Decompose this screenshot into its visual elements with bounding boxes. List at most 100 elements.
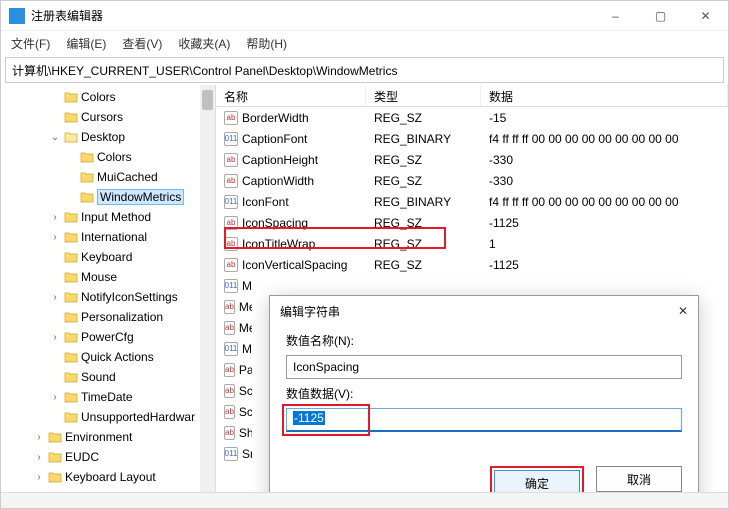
list-row[interactable]: abIconSpacingREG_SZ-1125 xyxy=(216,212,728,233)
tree-item[interactable]: Keyboard xyxy=(1,247,215,267)
tree-item[interactable]: ⌄Desktop xyxy=(1,127,215,147)
chevron-right-icon[interactable]: › xyxy=(49,232,61,243)
col-header-name[interactable]: 名称 xyxy=(216,85,366,106)
chevron-right-icon[interactable]: › xyxy=(49,212,61,223)
menu-view[interactable]: 查看(V) xyxy=(122,35,162,52)
minimize-button[interactable]: – xyxy=(593,1,638,31)
col-header-data[interactable]: 数据 xyxy=(481,85,728,106)
dialog-title-text: 编辑字符串 xyxy=(280,303,340,320)
tree-item[interactable]: Quick Actions xyxy=(1,347,215,367)
tree-item[interactable]: Mouse xyxy=(1,267,215,287)
tree-label: EUDC xyxy=(65,450,99,464)
tree-item[interactable]: › NotifyIconSettings xyxy=(1,287,215,307)
tree-item[interactable]: UnsupportedHardwar xyxy=(1,407,215,427)
chevron-right-icon[interactable]: › xyxy=(49,292,61,303)
tree-item[interactable]: ›Keyboard Layout xyxy=(1,467,215,487)
tree-item[interactable]: › PowerCfg xyxy=(1,327,215,347)
folder-icon xyxy=(48,471,62,483)
col-header-type[interactable]: 类型 xyxy=(366,85,481,106)
list-row[interactable]: abCaptionWidthREG_SZ-330 xyxy=(216,170,728,191)
list-row[interactable]: 011Me xyxy=(216,275,728,296)
tree-item[interactable]: ›Environment xyxy=(1,427,215,447)
tree-item[interactable]: WindowMetrics xyxy=(1,187,215,207)
chevron-right-icon[interactable]: › xyxy=(49,332,61,343)
tree-item[interactable]: Sound xyxy=(1,367,215,387)
maximize-button[interactable]: ▢ xyxy=(638,1,683,31)
folder-icon xyxy=(48,451,62,463)
folder-icon xyxy=(48,431,62,443)
tree-label: TimeDate xyxy=(81,390,133,404)
tree-label: International xyxy=(81,230,147,244)
tree-item[interactable]: MuiCached xyxy=(1,167,215,187)
list-row[interactable]: 011CaptionFontREG_BINARYf4 ff ff ff 00 0… xyxy=(216,128,728,149)
chevron-right-icon[interactable]: › xyxy=(33,432,45,443)
close-button[interactable]: ✕ xyxy=(683,1,728,31)
list-row[interactable]: 011IconFontREG_BINARYf4 ff ff ff 00 00 0… xyxy=(216,191,728,212)
cell-type: REG_SZ xyxy=(366,237,481,251)
regedit-window: 注册表编辑器 – ▢ ✕ 文件(F) 编辑(E) 查看(V) 收藏夹(A) 帮助… xyxy=(0,0,729,509)
list-row[interactable]: abCaptionHeightREG_SZ-330 xyxy=(216,149,728,170)
tree-label: PowerCfg xyxy=(81,330,134,344)
cell-name: abIconVerticalSpacing xyxy=(216,258,366,272)
list-row[interactable]: abIconVerticalSpacingREG_SZ-1125 xyxy=(216,254,728,275)
list-row[interactable]: abIconTitleWrapREG_SZ1 xyxy=(216,233,728,254)
cell-name: 011CaptionFont xyxy=(216,132,366,146)
binary-value-icon: 011 xyxy=(224,447,238,461)
chevron-right-icon[interactable]: › xyxy=(33,472,45,483)
tree-item[interactable]: Colors xyxy=(1,87,215,107)
chevron-right-icon[interactable]: › xyxy=(33,492,45,493)
tree-label: Mouse xyxy=(81,270,117,284)
cell-type: REG_SZ xyxy=(366,174,481,188)
value-data-input[interactable]: -1125 xyxy=(286,408,682,432)
cell-name: 011Me xyxy=(216,279,252,293)
menu-favorites[interactable]: 收藏夹(A) xyxy=(178,35,230,52)
cell-name: abCaptionHeight xyxy=(216,153,366,167)
folder-icon xyxy=(48,491,62,492)
list-row[interactable]: abBorderWidthREG_SZ-15 xyxy=(216,107,728,128)
string-value-icon: ab xyxy=(224,300,235,314)
chevron-right-icon[interactable]: › xyxy=(49,392,61,403)
tree-label: Network xyxy=(65,490,109,492)
cell-type: REG_SZ xyxy=(366,216,481,230)
chevron-down-icon[interactable]: ⌄ xyxy=(49,132,61,143)
tree-label: NotifyIconSettings xyxy=(81,290,178,304)
tree-item[interactable]: › International xyxy=(1,227,215,247)
value-name-input[interactable] xyxy=(286,355,682,379)
tree-label: Cursors xyxy=(81,110,123,124)
cell-type: REG_SZ xyxy=(366,153,481,167)
tree-label: Sound xyxy=(81,370,116,384)
dialog-titlebar: 编辑字符串 ✕ xyxy=(270,296,698,326)
tree-scrollbar[interactable] xyxy=(200,85,215,492)
tree-item[interactable]: › EUDC xyxy=(1,447,215,467)
chevron-right-icon[interactable]: › xyxy=(33,452,45,463)
menu-file[interactable]: 文件(F) xyxy=(11,35,50,52)
tree-item[interactable]: › Network xyxy=(1,487,215,492)
cell-type: REG_SZ xyxy=(366,111,481,125)
cell-name: abIconSpacing xyxy=(216,216,366,230)
string-value-icon: ab xyxy=(224,174,238,188)
tree-item[interactable]: Personalization xyxy=(1,307,215,327)
menu-edit[interactable]: 编辑(E) xyxy=(66,35,106,52)
tree-item[interactable]: › TimeDate xyxy=(1,387,215,407)
dialog-close-icon[interactable]: ✕ xyxy=(678,304,688,318)
value-name-label: 数值名称(N): xyxy=(286,332,682,349)
cell-type: REG_SZ xyxy=(366,258,481,272)
cell-name: abScr xyxy=(216,384,252,398)
cancel-button[interactable]: 取消 xyxy=(596,466,682,492)
menu-help[interactable]: 帮助(H) xyxy=(246,35,287,52)
cell-name: 011Sm xyxy=(216,447,252,461)
tree-scrollbar-thumb[interactable] xyxy=(202,90,213,110)
app-icon xyxy=(9,8,25,24)
tree-label: MuiCached xyxy=(97,170,158,184)
titlebar: 注册表编辑器 – ▢ ✕ xyxy=(1,1,728,31)
tree-pane[interactable]: ColorsCursors⌄DesktopColorsMuiCachedWind… xyxy=(1,85,216,492)
ok-button[interactable]: 确定 xyxy=(494,470,580,492)
string-value-icon: ab xyxy=(224,405,235,419)
tree-label: UnsupportedHardwar xyxy=(81,410,195,424)
folder-icon xyxy=(64,91,78,103)
address-bar[interactable]: 计算机\HKEY_CURRENT_USER\Control Panel\Desk… xyxy=(5,57,724,83)
highlight-ok: 确定 xyxy=(490,466,584,492)
tree-item[interactable]: Colors xyxy=(1,147,215,167)
tree-item[interactable]: ›Input Method xyxy=(1,207,215,227)
tree-item[interactable]: Cursors xyxy=(1,107,215,127)
